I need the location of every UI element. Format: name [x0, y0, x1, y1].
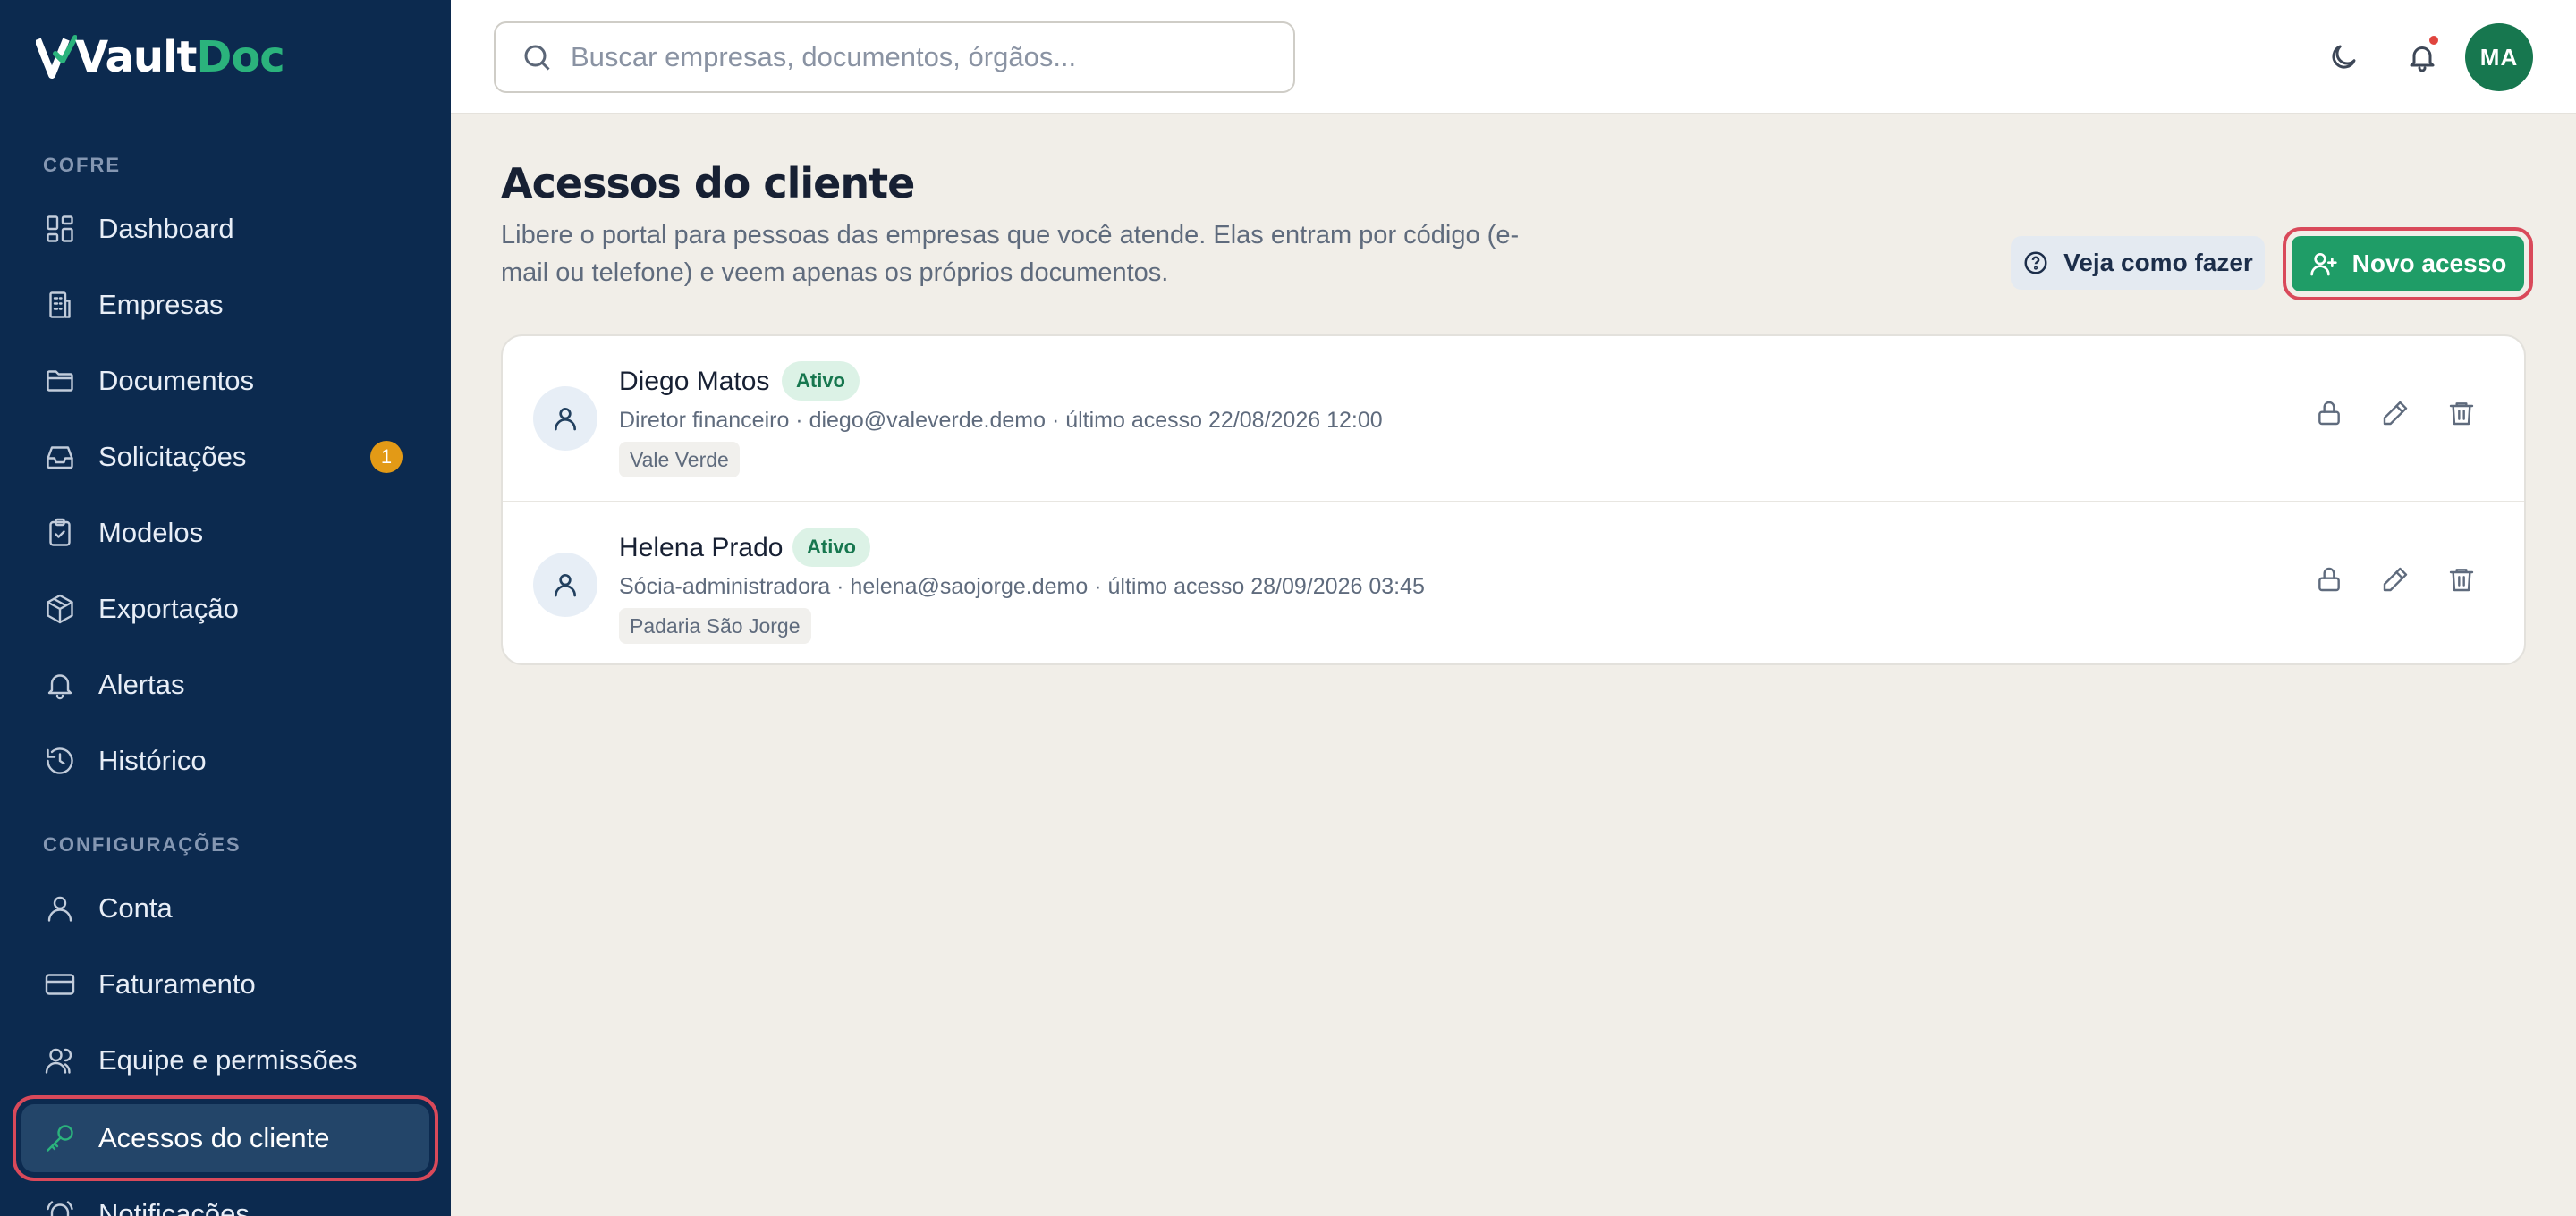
credit-card-icon	[43, 967, 77, 1001]
sidebar-item-exportacao[interactable]: Exportação	[21, 575, 429, 643]
app-logo[interactable]: VaultDoc	[36, 25, 285, 89]
inbox-icon	[43, 440, 77, 474]
row-actions	[2313, 563, 2478, 595]
help-button[interactable]: Veja como fazer	[2011, 236, 2265, 290]
sidebar-item-label: Notificações	[98, 1198, 250, 1216]
new-access-button[interactable]: Novo acesso	[2283, 227, 2533, 300]
access-row: Helena Prado Ativo Sócia-administradora …	[503, 501, 2524, 663]
trash-icon	[2449, 569, 2474, 592]
pencil-icon	[2383, 401, 2408, 426]
sidebar-item-label: Modelos	[98, 517, 204, 548]
sidebar-item-empresas[interactable]: Empresas	[21, 271, 429, 339]
page-description: Libere o portal para pessoas das empresa…	[501, 221, 1520, 287]
user-icon	[555, 408, 576, 431]
sidebar-item-label: Conta	[98, 892, 173, 924]
section-label-vault: COFRE	[43, 154, 121, 176]
sidebar-item-conta[interactable]: Conta	[21, 874, 429, 942]
history-icon	[43, 744, 77, 778]
pencil-icon	[2383, 567, 2408, 592]
sidebar-item-dashboard[interactable]: Dashboard	[21, 195, 429, 263]
search-icon	[524, 45, 550, 71]
logo-text-doc: Doc	[196, 32, 284, 82]
bell-ring-icon	[43, 1197, 77, 1216]
sidebar-item-faturamento[interactable]: Faturamento	[21, 950, 429, 1018]
sidebar: VaultDoc COFRE Dashboard Empresas Docume…	[0, 0, 451, 1216]
logo-text: VaultDoc	[75, 32, 285, 82]
access-list: Diego Matos Ativo Diretor financeiro · d…	[501, 334, 2526, 665]
building-icon	[43, 288, 77, 322]
sidebar-item-label: Equipe e permissões	[98, 1044, 358, 1076]
logo-text-vault: Vault	[75, 32, 197, 82]
sidebar-item-notificacoes[interactable]: Notificações	[21, 1180, 429, 1216]
folder-icon	[43, 364, 77, 398]
sidebar-item-label: Documentos	[98, 365, 255, 396]
notification-dot	[2428, 34, 2440, 46]
sidebar-item-modelos[interactable]: Modelos	[21, 499, 429, 567]
sidebar-item-historico[interactable]: Histórico	[21, 727, 429, 795]
sidebar-item-label: Faturamento	[98, 968, 256, 1000]
moon-icon	[2332, 45, 2356, 69]
sidebar-item-label: Alertas	[98, 669, 185, 700]
topbar: MA	[451, 0, 2576, 114]
help-circle-icon	[2024, 251, 2047, 274]
sidebar-item-label: Acessos do cliente	[98, 1122, 330, 1153]
vault-logo-icon	[36, 35, 77, 79]
access-name: Diego Matos	[619, 367, 770, 396]
user-plus-icon	[2309, 253, 2337, 276]
search-input[interactable]	[571, 41, 1268, 73]
company-tag: Padaria São Jorge	[619, 608, 811, 644]
edit-button[interactable]	[2379, 397, 2411, 429]
search-box[interactable]	[494, 21, 1295, 93]
avatar	[533, 386, 597, 451]
access-meta: Diretor financeiro · diego@valeverde.dem…	[619, 408, 1383, 433]
company-tag: Vale Verde	[619, 442, 740, 477]
solicitacoes-count-badge: 1	[370, 441, 402, 473]
status-badge: Ativo	[782, 361, 860, 401]
delete-button[interactable]	[2445, 397, 2478, 429]
lock-icon	[2318, 401, 2340, 426]
key-icon	[43, 1121, 77, 1155]
lock-icon	[2318, 567, 2340, 592]
user-icon	[43, 891, 77, 925]
user-avatar[interactable]: MA	[2465, 23, 2533, 91]
lock-button[interactable]	[2313, 563, 2345, 595]
page-title: Acessos do cliente	[501, 159, 915, 207]
access-row: Diego Matos Ativo Diretor financeiro · d…	[503, 336, 2524, 501]
notifications-button[interactable]	[2401, 34, 2444, 79]
access-meta: Sócia-administradora · helena@saojorge.d…	[619, 574, 1425, 599]
user-icon	[555, 574, 576, 597]
theme-toggle-button[interactable]	[2322, 36, 2365, 79]
delete-button[interactable]	[2445, 563, 2478, 595]
dashboard-icon	[43, 212, 77, 246]
sidebar-item-alertas[interactable]: Alertas	[21, 651, 429, 719]
sidebar-item-label: Exportação	[98, 593, 239, 624]
sidebar-item-acessos-cliente[interactable]: Acessos do cliente	[13, 1095, 438, 1181]
sidebar-item-label: Solicitações	[98, 441, 247, 472]
trash-icon	[2449, 402, 2474, 426]
sidebar-item-documentos[interactable]: Documentos	[21, 347, 429, 415]
clipboard-check-icon	[43, 516, 77, 550]
access-name: Helena Prado	[619, 533, 784, 562]
help-button-label: Veja como fazer	[2063, 249, 2253, 276]
edit-button[interactable]	[2379, 563, 2411, 595]
bell-icon	[43, 668, 77, 702]
package-icon	[43, 592, 77, 626]
lock-button[interactable]	[2313, 397, 2345, 429]
row-actions	[2313, 397, 2478, 429]
sidebar-item-label: Dashboard	[98, 213, 234, 244]
status-badge: Ativo	[792, 528, 870, 567]
sidebar-item-label: Histórico	[98, 745, 207, 776]
section-label-settings: CONFIGURAÇÕES	[43, 833, 242, 856]
sidebar-item-label: Empresas	[98, 289, 224, 320]
new-access-button-label: Novo acesso	[2351, 249, 2507, 277]
sidebar-item-equipe[interactable]: Equipe e permissões	[21, 1026, 429, 1094]
users-icon	[43, 1043, 77, 1077]
avatar	[533, 553, 597, 617]
sidebar-item-solicitacoes[interactable]: Solicitações 1	[21, 423, 429, 491]
